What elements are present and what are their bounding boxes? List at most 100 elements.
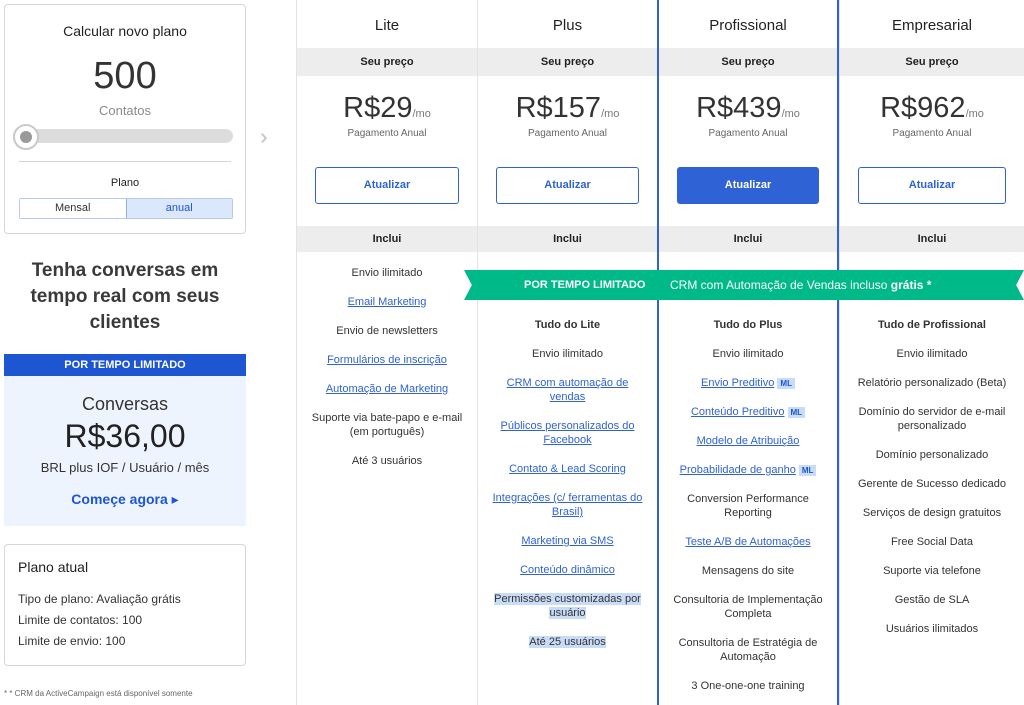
start-now-link[interactable]: Começe agora ▸ [4,491,246,508]
plan-price: R$29/mo [297,92,477,125]
feature-link[interactable]: Marketing via SMS [488,534,647,548]
upgrade-empresarial-button[interactable]: Atualizar [858,167,1006,204]
feature-item: Serviços de design gratuitos [850,506,1014,520]
ribbon-text: CRM com Automação de Vendas incluso grát… [670,270,931,300]
includes-header: Inclui [840,226,1024,252]
feature-link[interactable]: Formulários de inscrição [307,353,467,367]
feature-item: Tudo de Profissional [850,318,1014,332]
feature-link[interactable]: Conteúdo Preditivo ML [669,405,827,419]
plan-column-profissional: Profissional Seu preço R$439/mo Pagament… [657,0,839,705]
plan-price: R$439/mo [659,92,837,125]
includes-header: Inclui [478,226,657,252]
feature-list: Envio ilimitado Email Marketing Envio de n… [307,266,467,483]
feature-link[interactable]: Envio Preditivo ML [669,376,827,390]
feature-item: Domínio do servidor de e-mail personaliz… [850,405,1014,433]
feature-text: Tudo do Plus [713,319,783,331]
feature-text: Gestão de SLA [894,594,970,606]
feature-text: Envio ilimitado [712,348,784,360]
feature-text: Formulários de inscrição [327,354,447,366]
feature-text: Probabilidade de ganho [679,464,796,476]
feature-item: Envio ilimitado [307,266,467,280]
feature-text: Tudo de Profissional [878,319,986,331]
feature-text: Envio Preditivo [701,377,775,389]
plan-name: Empresarial [891,17,973,34]
feature-text: Consultoria de Estratégia de Automação [678,637,818,663]
feature-item: Suporte via bate-papo e e-mail (em portu… [307,411,467,439]
upgrade-profissional-button[interactable]: Atualizar [677,167,819,204]
feature-link[interactable]: Email Marketing [307,295,467,309]
feature-item: Domínio personalizado [850,448,1014,462]
ml-badge: ML [787,406,806,418]
current-send-limit: Limite de envio: 100 [18,634,126,648]
upgrade-plus-button[interactable]: Atualizar [496,167,639,204]
feature-text: Relatório personalizado (Beta) [857,377,1007,389]
billing-monthly-option[interactable]: Mensal [20,199,126,218]
feature-text: Email Marketing [347,296,427,308]
feature-item: Consultoria de Implementação Completa [669,593,827,621]
feature-text: Usuários ilimitados [885,623,979,635]
price-header: Seu preço [659,48,837,76]
double-chevron-right-icon: ›› [260,124,265,149]
feature-link[interactable]: CRM com automação de vendas [488,376,647,404]
contacts-slider-track[interactable] [13,129,233,143]
price-period: /mo [965,108,984,120]
feature-text: Envio de newsletters [336,325,438,337]
ribbon-limited-time-tag: POR TEMPO LIMITADO [524,279,646,291]
feature-text: Públicos personalizados do Facebook [500,420,635,446]
feature-text: Conteúdo Preditivo [690,406,785,418]
feature-link[interactable]: Automação de Marketing [307,382,467,396]
feature-text: Domínio do servidor de e-mail personaliz… [858,406,1006,432]
feature-text: Integrações (c/ ferramentas do Brasil) [492,492,643,518]
feature-link[interactable]: Modelo de Atribuição [669,434,827,448]
feature-link[interactable]: Probabilidade de ganho ML [669,463,827,477]
billing-plan-label: Plano [110,177,140,189]
feature-item: Envio ilimitado [488,347,647,361]
price-period: /mo [412,108,431,120]
contacts-slider-handle[interactable] [13,124,39,150]
billing-annual-option[interactable]: anual [125,199,232,218]
price-amount: R$962 [880,92,966,124]
feature-text: Modelo de Atribuição [696,435,800,447]
feature-item: Envio de newsletters [307,324,467,338]
feature-text: Free Social Data [891,536,973,548]
feature-item: Mensagens do site [669,564,827,578]
plan-column-lite: Lite Seu preço R$29/mo Pagamento Anual A… [296,0,477,705]
feature-text: Permissões customizadas por usuário [494,593,641,619]
feature-item: Suporte via telefone [850,564,1014,578]
conversations-price: R$36,00 [64,418,186,454]
feature-item: 3 One-one-one training [669,679,827,693]
conversations-promo-heading: Tenha conversas em tempo real com seus c… [30,260,220,333]
plan-name: Profissional [709,17,787,34]
feature-list: Tudo de Profissional Envio ilimitado Relat… [850,318,1014,651]
billing-toggle: Mensal anual [19,198,233,219]
feature-text: Até 3 usuários [351,455,423,467]
feature-item: Gestão de SLA [850,593,1014,607]
price-header: Seu preço [297,48,477,76]
feature-text: Suporte via bate-papo e e-mail (em portu… [311,412,463,438]
feature-text: Automação de Marketing [325,383,449,395]
billing-frequency: Pagamento Anual [708,128,788,139]
feature-text: Conversion Performance Reporting [687,493,809,519]
upgrade-lite-button[interactable]: Atualizar [315,167,459,204]
feature-link[interactable]: Conteúdo dinâmico [488,563,647,577]
feature-text: Domínio personalizado [875,449,989,461]
limited-time-banner: POR TEMPO LIMITADO [4,354,246,376]
feature-link[interactable]: Teste A/B de Automações [669,535,827,549]
price-period: /mo [601,108,620,120]
plan-price: R$962/mo [840,92,1024,125]
ml-badge: ML [777,377,795,389]
feature-text: Envio ilimitado [532,348,603,360]
contacts-unit: Contatos [98,103,152,118]
current-plan-title: Plano atual [18,559,89,575]
feature-text: Envio ilimitado [351,267,423,279]
feature-link[interactable]: Públicos personalizados do Facebook [488,419,647,447]
conversations-promo-card: POR TEMPO LIMITADO Conversas R$36,00 BRL… [4,354,246,526]
feature-link[interactable]: Integrações (c/ ferramentas do Brasil) [488,491,647,519]
feature-item: Até 25 usuários [488,635,647,649]
feature-text: Envio ilimitado [896,348,968,360]
price-period: /mo [781,108,800,120]
crm-promo-ribbon: POR TEMPO LIMITADO CRM com Automação de … [464,270,1024,300]
feature-link[interactable]: Contato & Lead Scoring [488,462,647,476]
feature-text: 3 One-one-one training [691,680,805,692]
plan-price: R$157/mo [478,92,657,125]
